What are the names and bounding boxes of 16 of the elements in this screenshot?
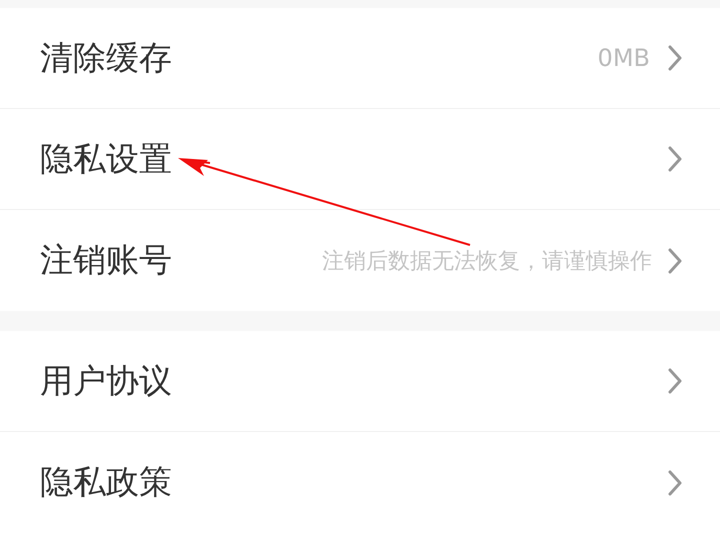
chevron-icon [668, 470, 682, 496]
settings-row[interactable]: 用户协议 [0, 331, 720, 432]
row-label: 注销账号 [40, 239, 173, 281]
settings-row[interactable]: 清除缓存 0MB [0, 8, 720, 109]
row-value: 0MB [598, 44, 650, 72]
chevron-icon [668, 146, 682, 172]
row-label: 隐私政策 [40, 461, 173, 503]
chevron-icon [668, 368, 682, 394]
row-hint: 注销后数据无法恢复，请谨慎操作 [322, 248, 652, 276]
row-label: 清除缓存 [40, 36, 173, 78]
chevron-icon [668, 45, 682, 71]
row-label: 隐私设置 [40, 138, 173, 180]
settings-row[interactable]: 隐私政策 [0, 432, 720, 533]
chevron-icon [668, 248, 682, 274]
row-label: 用户协议 [40, 360, 173, 402]
settings-row[interactable]: 注销账号 注销后数据无法恢复，请谨慎操作 [0, 210, 720, 311]
